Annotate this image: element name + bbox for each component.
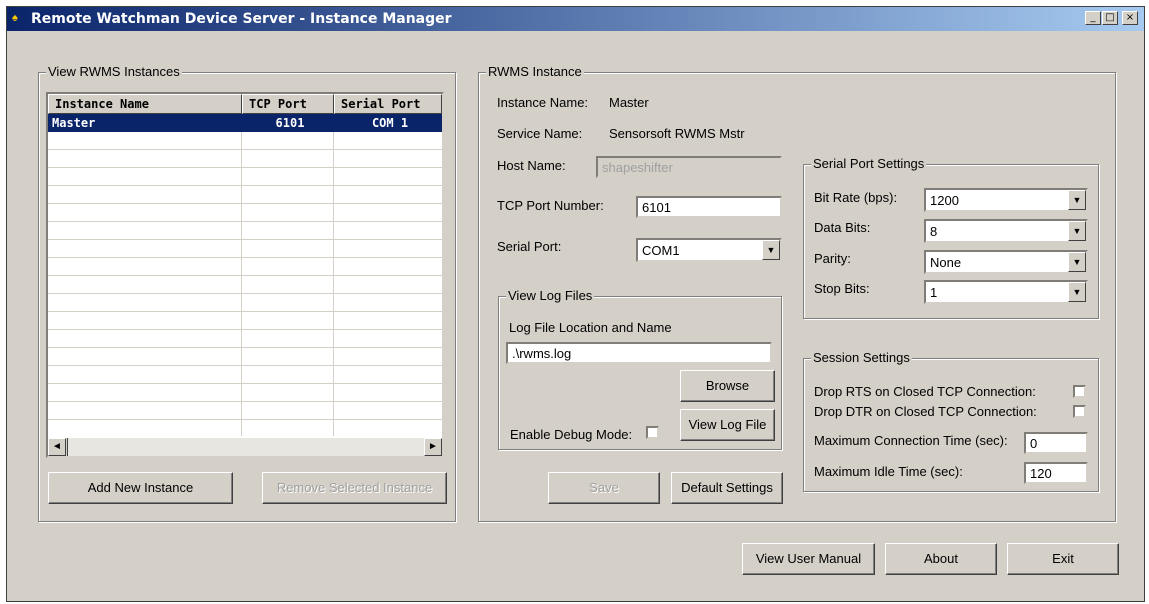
scroll-right-icon[interactable]: ► [424, 438, 442, 456]
instance-name-value: Master [609, 95, 649, 110]
drop-rts-checkbox[interactable] [1073, 385, 1086, 398]
default-settings-button[interactable]: Default Settings [671, 472, 783, 504]
instance-name-label: Instance Name: [497, 95, 589, 110]
title-bar[interactable]: ♠ Remote Watchman Device Server - Instan… [7, 7, 1144, 31]
app-icon: ♠ [12, 12, 18, 24]
table-row[interactable]: Master 6101 COM 1 [48, 114, 442, 132]
instances-list[interactable]: Instance Name TCP Port Serial Port Maste… [46, 92, 444, 458]
about-button[interactable]: About [885, 543, 997, 575]
bit-rate-label: Bit Rate (bps): [814, 190, 898, 205]
debug-mode-checkbox[interactable] [646, 426, 659, 439]
view-log-button[interactable]: View Log File [680, 409, 775, 441]
log-location-field[interactable]: .\rwms.log [506, 342, 772, 364]
instance-name-cell: Master [52, 116, 96, 130]
parity-label: Parity: [814, 251, 851, 266]
max-idle-field[interactable]: 120 [1024, 462, 1088, 484]
host-name-label: Host Name: [497, 158, 566, 173]
browse-button[interactable]: Browse [680, 370, 775, 402]
instances-group-label: View RWMS Instances [46, 64, 182, 79]
session-settings-group-label: Session Settings [811, 350, 912, 365]
serial-port-combo[interactable]: COM1 ▼ [636, 238, 782, 262]
max-idle-label: Maximum Idle Time (sec): [814, 464, 963, 479]
service-name-value: Sensorsoft RWMS Mstr [609, 126, 745, 141]
stop-bits-combo[interactable]: 1 ▼ [924, 280, 1088, 304]
remove-instance-button[interactable]: Remove Selected Instance [262, 472, 447, 504]
serial-port-value: COM1 [642, 243, 680, 258]
tcp-port-cell: 6101 [275, 116, 305, 130]
maximize-button[interactable]: □ [1102, 11, 1118, 25]
parity-value: None [930, 255, 962, 270]
data-bits-value: 8 [930, 224, 938, 239]
drop-dtr-checkbox[interactable] [1073, 405, 1086, 418]
serial-port-label: Serial Port: [497, 239, 562, 254]
data-bits-label: Data Bits: [814, 220, 871, 235]
instance-group-label: RWMS Instance [486, 64, 584, 79]
view-user-manual-button[interactable]: View User Manual [742, 543, 875, 575]
dropdown-arrow-icon[interactable]: ▼ [1068, 221, 1086, 241]
column-header-instance-name[interactable]: Instance Name [48, 94, 242, 114]
stop-bits-label: Stop Bits: [814, 281, 870, 296]
tcp-port-label: TCP Port Number: [497, 198, 604, 213]
log-files-group-label: View Log Files [506, 288, 595, 303]
service-name-label: Service Name: [497, 126, 583, 141]
drop-rts-label: Drop RTS on Closed TCP Connection: [814, 384, 1036, 399]
close-button[interactable]: × [1122, 11, 1138, 25]
stop-bits-value: 1 [930, 285, 938, 300]
bit-rate-value: 1200 [930, 193, 959, 208]
exit-button[interactable]: Exit [1007, 543, 1119, 575]
serial-port-cell: COM 1 [371, 116, 409, 130]
parity-combo[interactable]: None ▼ [924, 250, 1088, 274]
dropdown-arrow-icon[interactable]: ▼ [762, 240, 780, 260]
column-header-tcp-port[interactable]: TCP Port [242, 94, 334, 114]
window-title: Remote Watchman Device Server - Instance… [31, 11, 452, 27]
bit-rate-combo[interactable]: 1200 ▼ [924, 188, 1088, 212]
minimize-button[interactable]: _ [1085, 11, 1101, 25]
list-column-divider [241, 114, 242, 436]
serial-settings-group-label: Serial Port Settings [811, 156, 927, 171]
add-instance-button[interactable]: Add New Instance [48, 472, 233, 504]
dropdown-arrow-icon[interactable]: ▼ [1068, 190, 1086, 210]
dropdown-arrow-icon[interactable]: ▼ [1068, 252, 1086, 272]
tcp-port-field[interactable]: 6101 [636, 196, 782, 218]
max-connection-label: Maximum Connection Time (sec): [814, 433, 1008, 448]
debug-mode-label: Enable Debug Mode: [510, 427, 633, 442]
max-connection-field[interactable]: 0 [1024, 432, 1088, 454]
scroll-left-icon[interactable]: ◄ [48, 438, 66, 456]
list-gridlines [48, 114, 442, 436]
column-header-serial-port[interactable]: Serial Port [334, 94, 442, 114]
horizontal-scrollbar[interactable]: ◄ ► [48, 438, 442, 456]
list-column-divider [333, 114, 334, 436]
data-bits-combo[interactable]: 8 ▼ [924, 219, 1088, 243]
host-name-field: shapeshifter [596, 156, 782, 178]
save-button[interactable]: Save [548, 472, 660, 504]
log-location-label: Log File Location and Name [509, 320, 672, 335]
dropdown-arrow-icon[interactable]: ▼ [1068, 282, 1086, 302]
instances-list-header: Instance Name TCP Port Serial Port [48, 94, 442, 114]
scrollbar-thumb[interactable] [66, 438, 68, 456]
drop-dtr-label: Drop DTR on Closed TCP Connection: [814, 404, 1037, 419]
